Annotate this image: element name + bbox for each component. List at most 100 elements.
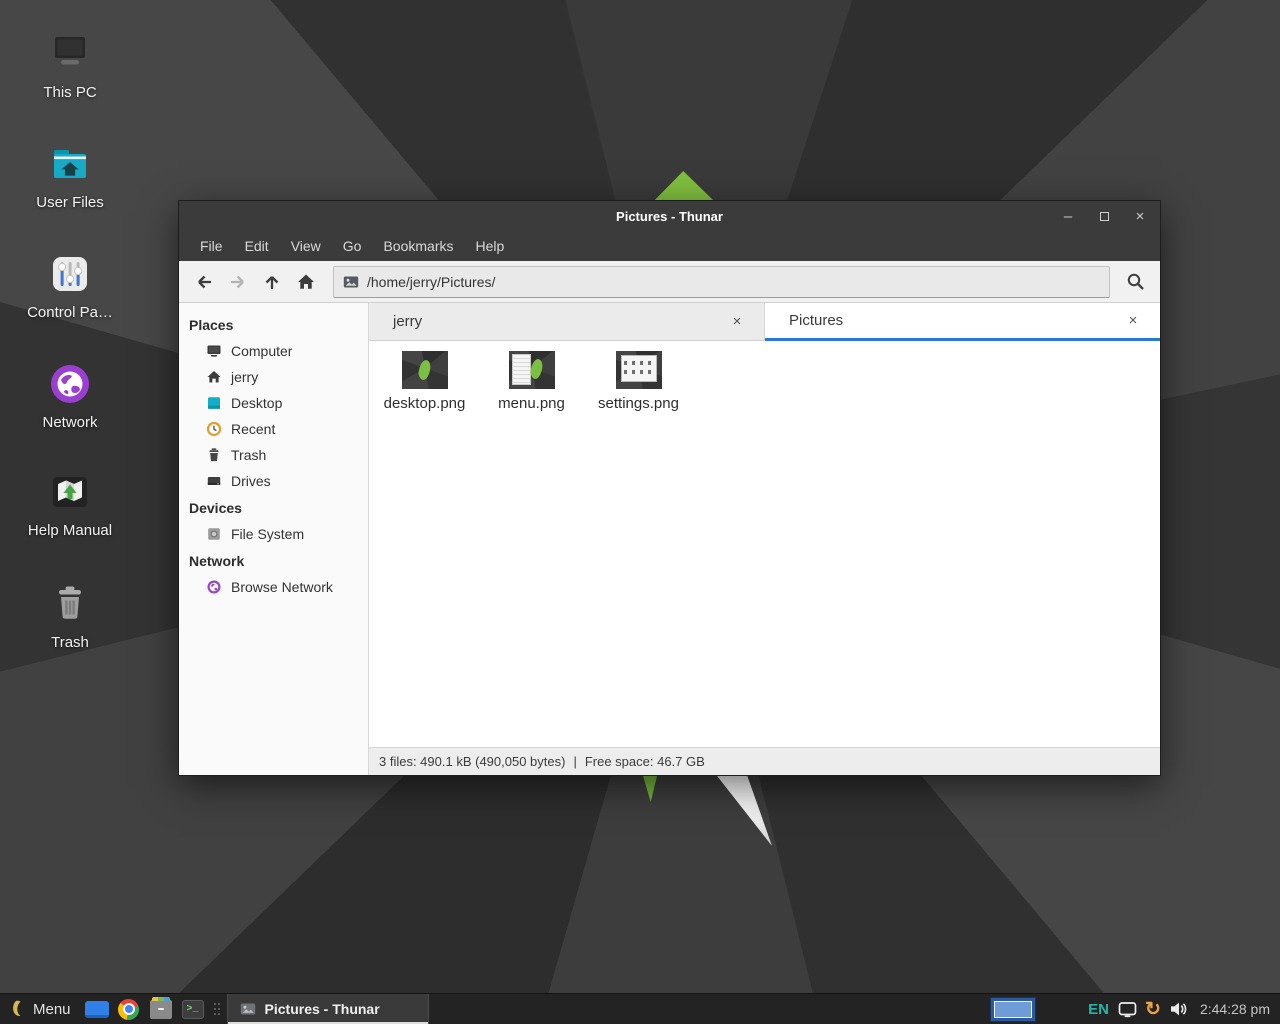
sidebar-header-network: Network bbox=[179, 547, 368, 574]
menu-button-label: Menu bbox=[33, 1001, 71, 1018]
desktop-icon-trash[interactable]: Trash bbox=[16, 580, 124, 651]
window-menubar: File Edit View Go Bookmarks Help bbox=[179, 231, 1160, 261]
up-arrow-icon bbox=[264, 273, 280, 291]
control-panel-icon bbox=[16, 250, 124, 298]
sidebar-item-drives[interactable]: Drives bbox=[179, 468, 368, 494]
back-button[interactable] bbox=[187, 267, 221, 297]
status-files-summary: 3 files: 490.1 kB (490,050 bytes) bbox=[379, 754, 565, 769]
sidebar-item-recent[interactable]: Recent bbox=[179, 416, 368, 442]
menu-bookmarks[interactable]: Bookmarks bbox=[372, 233, 464, 259]
home-icon bbox=[297, 273, 315, 290]
menu-edit[interactable]: Edit bbox=[234, 233, 280, 259]
sidebar-item-label: Desktop bbox=[231, 395, 282, 411]
window-mainpane: jerry × Pictures × desktop.png bbox=[369, 303, 1160, 775]
trash-icon bbox=[16, 580, 124, 628]
file-item-settings-png[interactable]: settings.png bbox=[589, 351, 688, 412]
desktop-icon-label: Control Pa… bbox=[16, 304, 124, 321]
up-button[interactable] bbox=[255, 267, 289, 297]
computer-icon bbox=[16, 30, 124, 78]
tab-jerry[interactable]: jerry × bbox=[369, 303, 765, 341]
home-button[interactable] bbox=[289, 267, 323, 297]
taskbar: Menu >_ Pictures - Thunar EN bbox=[0, 993, 1280, 1024]
tab-label: jerry bbox=[393, 313, 422, 330]
file-item-menu-png[interactable]: menu.png bbox=[482, 351, 581, 412]
taskbar-window-button[interactable]: Pictures - Thunar bbox=[227, 994, 429, 1024]
search-icon bbox=[1126, 272, 1145, 291]
sidebar-item-jerry[interactable]: jerry bbox=[179, 364, 368, 390]
file-item-desktop-png[interactable]: desktop.png bbox=[375, 351, 474, 412]
status-separator: | bbox=[573, 754, 576, 769]
window-body: Places Computer jerry Desktop Recent bbox=[179, 303, 1160, 775]
forward-button[interactable] bbox=[221, 267, 255, 297]
desktop-icon-user-files[interactable]: User Files bbox=[16, 140, 124, 211]
desktop-icon bbox=[206, 395, 222, 411]
files-area[interactable]: desktop.png menu.png settings.png bbox=[369, 341, 1160, 747]
menu-file[interactable]: File bbox=[189, 233, 234, 259]
browser-launcher[interactable] bbox=[113, 994, 145, 1024]
sidebar-item-label: Computer bbox=[231, 343, 292, 359]
tab-bar: jerry × Pictures × bbox=[369, 303, 1160, 341]
update-icon: ↻ bbox=[1145, 1000, 1161, 1019]
path-value: /home/jerry/Pictures/ bbox=[367, 274, 495, 290]
clock-icon bbox=[206, 421, 222, 437]
filesystem-drive-icon bbox=[206, 526, 222, 542]
keyboard-layout-indicator[interactable]: EN bbox=[1088, 1001, 1109, 1018]
update-manager-button[interactable]: ↻ bbox=[1145, 1000, 1161, 1019]
tab-close-button[interactable]: × bbox=[728, 313, 746, 331]
sidebar-item-file-system[interactable]: File System bbox=[179, 521, 368, 547]
file-name: settings.png bbox=[589, 395, 688, 412]
terminal-launcher[interactable]: >_ bbox=[177, 994, 209, 1024]
sidebar-item-label: File System bbox=[231, 526, 304, 542]
wallpaper-logo-fragment-green bbox=[643, 776, 657, 802]
tasklist-grip-handle[interactable] bbox=[209, 1003, 225, 1015]
network-globe-icon bbox=[16, 360, 124, 408]
file-name: desktop.png bbox=[375, 395, 474, 412]
volume-button[interactable] bbox=[1169, 1001, 1188, 1017]
taskbar-window-label: Pictures - Thunar bbox=[265, 1001, 380, 1017]
clock[interactable]: 2:44:28 pm bbox=[1196, 1001, 1280, 1017]
desktop-icon-help-manual[interactable]: Help Manual bbox=[16, 468, 124, 539]
sidebar-header-places: Places bbox=[179, 311, 368, 338]
file-manager-launcher[interactable] bbox=[145, 994, 177, 1024]
desktop-icon-this-pc[interactable]: This PC bbox=[16, 30, 124, 101]
search-button[interactable] bbox=[1118, 267, 1152, 297]
desktop-icon-label: Network bbox=[16, 414, 124, 431]
tab-pictures[interactable]: Pictures × bbox=[765, 303, 1160, 341]
sidebar-item-computer[interactable]: Computer bbox=[179, 338, 368, 364]
applications-menu-button[interactable]: Menu bbox=[0, 994, 81, 1024]
path-field[interactable]: /home/jerry/Pictures/ bbox=[333, 266, 1110, 298]
window-toolbar: /home/jerry/Pictures/ bbox=[179, 261, 1160, 303]
sidebar-item-trash[interactable]: Trash bbox=[179, 442, 368, 468]
display-tray-button[interactable] bbox=[1118, 1001, 1137, 1018]
show-desktop-launcher[interactable] bbox=[81, 994, 113, 1024]
maximize-button[interactable] bbox=[1096, 208, 1112, 224]
desktop-icon-control-panel[interactable]: Control Pa… bbox=[16, 250, 124, 321]
desktop-icon-label: This PC bbox=[16, 84, 124, 101]
tab-label: Pictures bbox=[789, 312, 843, 329]
desktop-icon-network[interactable]: Network bbox=[16, 360, 124, 431]
display-icon bbox=[1118, 1001, 1137, 1018]
sidebar-item-desktop[interactable]: Desktop bbox=[179, 390, 368, 416]
sidebar-item-label: Trash bbox=[231, 447, 266, 463]
thunar-window: Pictures - Thunar – × File Edit View Go … bbox=[178, 200, 1161, 776]
sidebar-header-devices: Devices bbox=[179, 494, 368, 521]
home-icon bbox=[206, 369, 222, 385]
home-folder-icon bbox=[16, 140, 124, 188]
menu-go[interactable]: Go bbox=[332, 233, 373, 259]
image-thumbnail bbox=[616, 351, 662, 389]
minimize-button[interactable]: – bbox=[1060, 208, 1076, 224]
sidebar-item-label: jerry bbox=[231, 369, 258, 385]
forward-arrow-icon bbox=[229, 274, 247, 290]
sidebar-item-browse-network[interactable]: Browse Network bbox=[179, 574, 368, 600]
window-controls: – × bbox=[1060, 201, 1148, 231]
sidebar-item-label: Browse Network bbox=[231, 579, 333, 595]
menu-help[interactable]: Help bbox=[465, 233, 516, 259]
computer-icon bbox=[206, 343, 222, 359]
menu-view[interactable]: View bbox=[280, 233, 332, 259]
workspace-switcher[interactable] bbox=[990, 997, 1036, 1022]
close-button[interactable]: × bbox=[1132, 208, 1148, 224]
status-free-space: Free space: 46.7 GB bbox=[585, 754, 705, 769]
tab-close-button[interactable]: × bbox=[1124, 312, 1142, 330]
window-titlebar[interactable]: Pictures - Thunar – × bbox=[179, 201, 1160, 231]
window-sidebar: Places Computer jerry Desktop Recent bbox=[179, 303, 369, 775]
